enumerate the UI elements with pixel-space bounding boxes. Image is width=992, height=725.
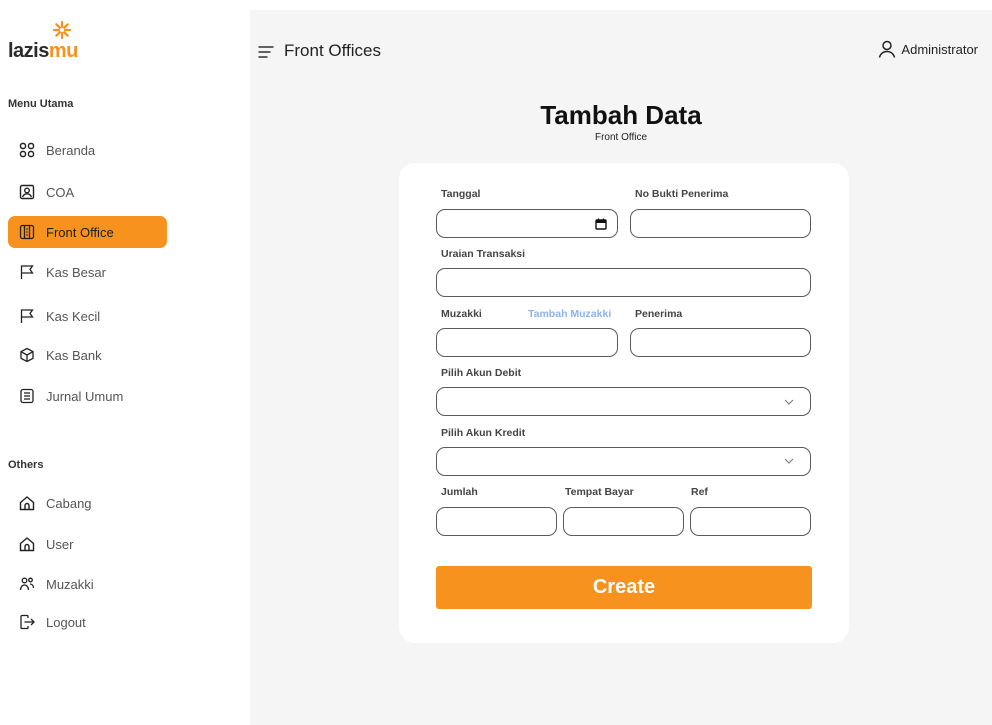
- sidebar-item-label: Muzakki: [46, 576, 94, 592]
- flag-icon: [18, 307, 36, 325]
- sidebar-item-kas-besar[interactable]: Kas Besar: [8, 256, 167, 288]
- cube-icon: [18, 346, 36, 364]
- sidebar-item-front-office[interactable]: Front Office: [8, 216, 167, 248]
- uraian-input[interactable]: [436, 268, 811, 297]
- akun-kredit-select[interactable]: [436, 447, 811, 476]
- sidebar-item-kas-kecil[interactable]: Kas Kecil: [8, 300, 167, 332]
- sidebar-item-logout[interactable]: Logout: [8, 606, 167, 638]
- akun-debit-select[interactable]: [436, 387, 811, 416]
- home-icon: [18, 535, 36, 553]
- form-card: Tanggal No Bukti Penerima Uraian Transak…: [399, 163, 849, 643]
- sidebar-item-label: Kas Besar: [46, 264, 106, 280]
- sidebar-item-label: Cabang: [46, 495, 92, 511]
- user-icon: [879, 40, 896, 58]
- no-bukti-input[interactable]: [630, 209, 811, 238]
- sidebar-item-label: Beranda: [46, 142, 96, 158]
- sidebar-item-label: User: [46, 536, 74, 552]
- sidebar-item-user[interactable]: User: [8, 528, 167, 560]
- form-title: Tambah Data: [540, 100, 702, 130]
- no-bukti-label: No Bukti Penerima: [635, 188, 729, 200]
- sidebar-item-muzakki[interactable]: Muzakki: [8, 568, 167, 600]
- flag-icon: [18, 263, 36, 281]
- logo-text: lazismu: [8, 40, 78, 63]
- penerima-label: Penerima: [635, 308, 683, 320]
- jumlah-input[interactable]: [436, 507, 557, 536]
- muzakki-label: Muzakki: [441, 308, 482, 320]
- users-icon: [18, 575, 36, 593]
- sidebar-item-beranda[interactable]: Beranda: [8, 134, 167, 166]
- sidebar-item-kas-bank[interactable]: Kas Bank: [8, 339, 167, 371]
- jumlah-label: Jumlah: [441, 486, 478, 498]
- sidebar-item-label: Kas Kecil: [46, 308, 101, 324]
- document-icon: [18, 387, 36, 405]
- tanggal-label: Tanggal: [441, 188, 481, 200]
- tempat-bayar-input[interactable]: [563, 507, 684, 536]
- page-header-title: Front Offices: [284, 41, 381, 60]
- building-icon: [18, 223, 36, 241]
- others-title: Others: [8, 459, 44, 471]
- tambah-muzakki-link[interactable]: Tambah Muzakki: [528, 308, 611, 320]
- akun-kredit-label: Pilih Akun Kredit: [441, 427, 526, 439]
- calendar-icon[interactable]: [595, 218, 607, 230]
- chevron-down-icon: [784, 399, 794, 405]
- logo-text-part1: lazis: [8, 40, 49, 62]
- menu-utama-title: Menu Utama: [8, 98, 74, 110]
- form-subtitle: Front Office: [594, 132, 648, 143]
- create-button[interactable]: Create: [436, 566, 812, 609]
- sidebar-item-label: COA: [46, 184, 75, 200]
- chevron-down-icon: [784, 458, 794, 464]
- sidebar-item-coa[interactable]: COA: [8, 176, 167, 208]
- menu-icon[interactable]: [258, 45, 274, 59]
- sidebar-item-label: Logout: [46, 614, 86, 630]
- logo-text-part2: mu: [48, 40, 79, 62]
- grid-icon: [18, 141, 36, 159]
- sidebar: lazismu Menu Utama Beranda COA Front Off…: [0, 0, 250, 725]
- sidebar-item-cabang[interactable]: Cabang: [8, 487, 167, 519]
- akun-debit-label: Pilih Akun Debit: [441, 367, 522, 379]
- sidebar-item-jurnal-umum[interactable]: Jurnal Umum: [8, 380, 167, 412]
- user-name: Administrator: [901, 41, 978, 57]
- sidebar-item-label: Kas Bank: [46, 347, 102, 363]
- user-square-icon: [18, 183, 36, 201]
- penerima-input[interactable]: [630, 328, 811, 357]
- uraian-label: Uraian Transaksi: [441, 248, 526, 260]
- tanggal-input[interactable]: [436, 209, 618, 238]
- ref-input[interactable]: [690, 507, 811, 536]
- ref-label: Ref: [691, 486, 708, 498]
- user-menu[interactable]: Administrator: [877, 39, 978, 59]
- tempat-bayar-label: Tempat Bayar: [565, 486, 634, 498]
- logout-icon: [18, 613, 36, 631]
- muzakki-input[interactable]: [436, 328, 618, 357]
- sidebar-item-label: Front Office: [46, 224, 114, 240]
- main-content: Front Offices Administrator Tambah Data …: [250, 10, 992, 725]
- sidebar-item-label: Jurnal Umum: [46, 388, 124, 404]
- star-burst-icon: [52, 20, 72, 40]
- home-icon: [18, 494, 36, 512]
